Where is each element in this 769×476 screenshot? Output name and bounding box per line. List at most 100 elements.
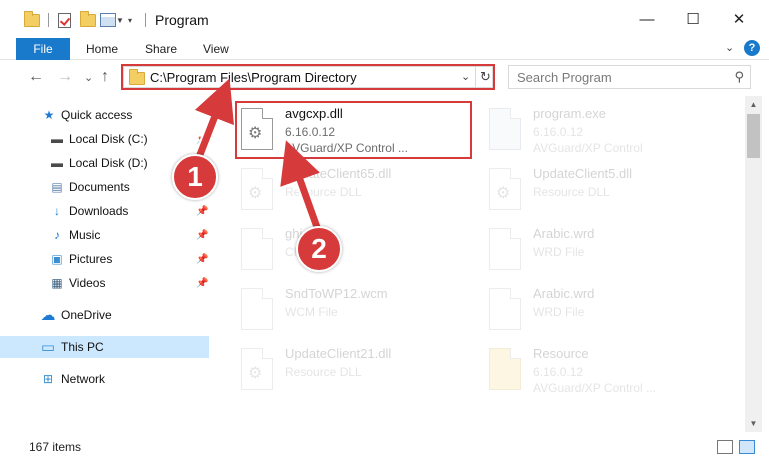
vertical-scrollbar[interactable]: ▲ ▼ <box>745 96 762 432</box>
file-version: 6.16.0.12 <box>533 365 584 379</box>
pin-icon: 📌 <box>196 277 209 289</box>
navigation-bar: ← → ⌄ ↑ C:\Program Files\Program Directo… <box>0 60 769 96</box>
file-type: Resource DLL <box>285 185 362 199</box>
sidebar-item-label: Downloads <box>69 204 129 218</box>
tab-view[interactable]: View <box>203 42 229 56</box>
sidebar-item-label: This PC <box>61 340 104 354</box>
blank-file-icon <box>489 288 521 330</box>
customize-toolbar-icon[interactable]: ▾ <box>128 10 132 30</box>
file-item[interactable]: ⚙ UpdateClient21.dll Resource DLL <box>237 344 477 400</box>
file-type: WRD File <box>533 245 585 259</box>
sidebar-item-label: Local Disk (C:) <box>69 132 148 146</box>
file-name: UpdateClient5.dll <box>533 166 633 181</box>
pin-icon: 📌 <box>196 253 209 265</box>
sidebar-item-label: Videos <box>69 276 106 290</box>
file-item[interactable]: Arabic.wrd WRD File <box>485 224 725 280</box>
separator <box>48 10 49 30</box>
sidebar-item-videos[interactable]: ▦ Videos 📌 <box>0 272 210 294</box>
forward-button[interactable]: → <box>57 68 73 86</box>
file-version: 6.16.0.12 <box>533 125 584 139</box>
file-item[interactable]: ghi... CHI... <box>237 224 477 280</box>
file-type: Resource DLL <box>285 365 362 379</box>
sidebar-item-label: Local Disk (D:) <box>69 156 148 170</box>
dll-file-icon: ⚙ <box>241 348 273 390</box>
tab-share[interactable]: Share <box>145 42 177 56</box>
pictures-icon: ▣ <box>51 252 63 266</box>
tab-file[interactable]: File <box>16 38 70 60</box>
close-button[interactable]: ✕ <box>716 0 762 38</box>
videos-icon: ▦ <box>51 276 63 290</box>
back-button[interactable]: ← <box>28 68 44 86</box>
scroll-up-button[interactable]: ▲ <box>745 96 762 113</box>
help-icon[interactable]: ? <box>744 40 760 56</box>
folder-icon <box>129 69 145 85</box>
file-name: UpdateClient65.dll <box>285 166 392 181</box>
music-icon: ♪ <box>54 228 60 242</box>
sidebar-item-label: OneDrive <box>61 308 112 322</box>
file-item[interactable]: Resource 6.16.0.12 AVGuard/XP Control ..… <box>485 344 725 400</box>
search-input[interactable]: Search Program ⚲ <box>508 65 751 89</box>
item-count: 167 items <box>29 440 82 454</box>
onedrive-icon: ☁ <box>40 307 56 324</box>
file-item[interactable]: SndToWP12.wcm WCM File <box>237 284 477 340</box>
file-item[interactable]: ⚙ UpdateClient5.dll Resource DLL <box>485 164 725 220</box>
refresh-button[interactable]: ↻ <box>475 66 495 88</box>
recent-locations-button[interactable]: ⌄ <box>84 71 93 84</box>
blank-file-icon <box>489 228 521 270</box>
file-type: WRD File <box>533 305 585 319</box>
search-placeholder: Search Program <box>517 70 612 85</box>
ribbon-tabs: File Home Share View ⌄ ? <box>0 38 769 60</box>
window-title: Program <box>155 12 209 28</box>
sidebar-item-local-disk-c[interactable]: ▬ Local Disk (C:) 📌 <box>0 128 210 150</box>
sidebar-item-music[interactable]: ♪ Music 📌 <box>0 224 210 246</box>
tab-home[interactable]: Home <box>86 42 118 56</box>
drive-icon: ▬ <box>51 156 63 170</box>
address-path[interactable]: C:\Program Files\Program Directory <box>150 70 357 85</box>
tiles-view-icon[interactable] <box>739 440 755 454</box>
dll-file-icon: ⚙ <box>241 168 273 210</box>
file-description: AVGuard/XP Control <box>533 141 643 155</box>
title-bar: ▼ ▾ Program — ☐ ✕ <box>0 0 769 38</box>
status-bar: 167 items <box>0 432 769 476</box>
file-item[interactable]: Arabic.wrd WRD File <box>485 284 725 340</box>
downloads-icon: ↓ <box>54 204 60 218</box>
address-bar[interactable]: C:\Program Files\Program Directory ⌄ ↻ <box>121 64 495 90</box>
sidebar-item-pictures[interactable]: ▣ Pictures 📌 <box>0 248 210 270</box>
callout-step-1: 1 <box>172 154 218 200</box>
ribbon-collapse-button[interactable]: ⌄ <box>725 41 734 54</box>
file-highlight-box <box>235 101 472 159</box>
sidebar-item-network[interactable]: ⊞ Network <box>0 368 210 390</box>
sidebar-item-this-pc[interactable]: ▭ This PC <box>0 336 209 358</box>
maximize-button[interactable]: ☐ <box>670 0 716 38</box>
sidebar-item-label: Documents <box>69 180 130 194</box>
file-name: Arabic.wrd <box>533 226 595 241</box>
file-name: Resource <box>533 346 589 361</box>
file-type: WCM File <box>285 305 338 319</box>
sidebar-item-quick-access[interactable]: ★ Quick access <box>0 104 210 126</box>
minimize-button[interactable]: — <box>624 0 670 38</box>
file-item-program-exe[interactable]: program.exe 6.16.0.12 AVGuard/XP Control <box>485 104 725 160</box>
properties-check-icon[interactable] <box>58 10 71 30</box>
view-properties-icon[interactable]: ▼ <box>100 10 124 30</box>
scroll-down-button[interactable]: ▼ <box>745 415 762 432</box>
file-name: program.exe <box>533 106 606 121</box>
archive-file-icon <box>489 348 521 390</box>
navigation-pane: ★ Quick access ▬ Local Disk (C:) 📌 ▬ Loc… <box>0 96 210 432</box>
sidebar-item-label: Quick access <box>61 108 133 122</box>
new-folder-icon[interactable] <box>80 10 96 30</box>
sidebar-item-label: Pictures <box>69 252 113 266</box>
drive-icon: ▬ <box>51 132 63 146</box>
details-view-icon[interactable] <box>717 440 733 454</box>
address-dropdown-button[interactable]: ⌄ <box>461 70 470 83</box>
pin-icon: 📌 <box>196 133 209 145</box>
blank-file-icon <box>241 228 273 270</box>
sidebar-item-onedrive[interactable]: ☁ OneDrive <box>0 304 210 326</box>
search-icon[interactable]: ⚲ <box>734 69 744 85</box>
sidebar-item-downloads[interactable]: ↓ Downloads 📌 <box>0 200 210 222</box>
separator <box>145 10 146 30</box>
file-item[interactable]: ⚙ UpdateClient65.dll Resource DLL <box>237 164 477 220</box>
callout-step-2: 2 <box>296 226 342 272</box>
up-button[interactable]: ↑ <box>101 68 109 86</box>
scroll-thumb[interactable] <box>747 114 760 158</box>
documents-icon: ▤ <box>51 180 63 194</box>
